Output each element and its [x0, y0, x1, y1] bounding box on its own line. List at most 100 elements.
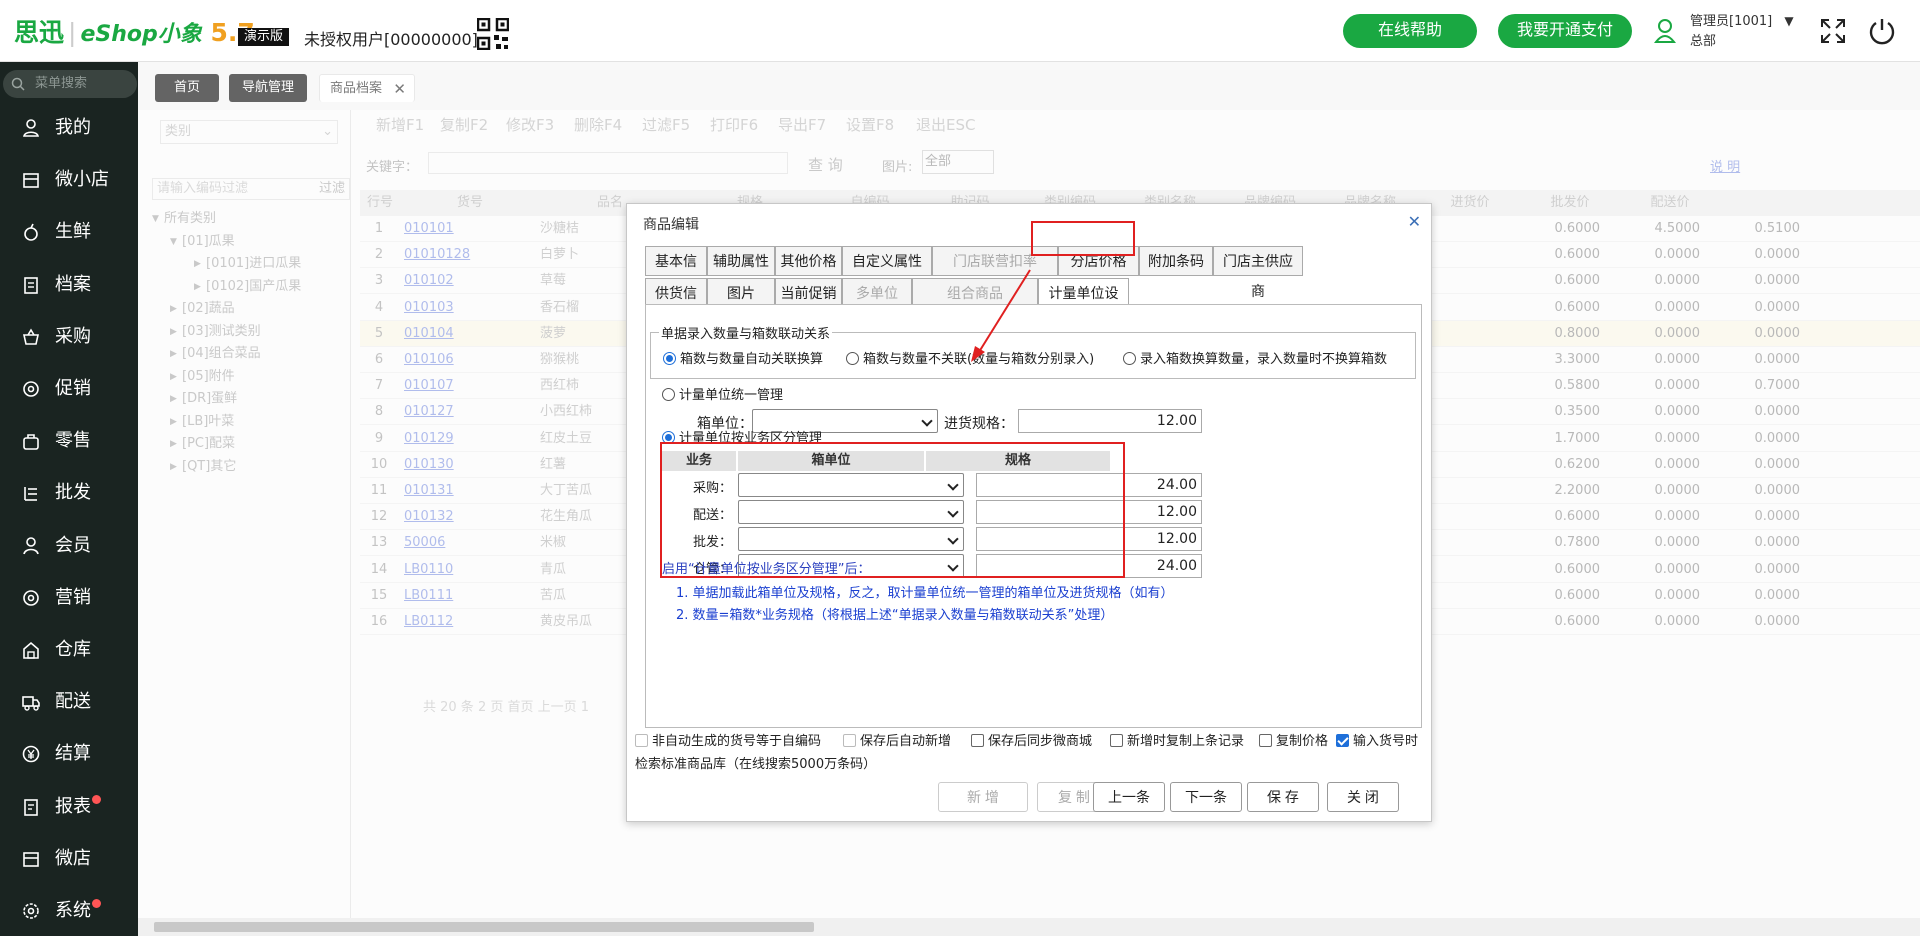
dialog-tab-2[interactable]: 其他价格 [775, 246, 842, 276]
logo-product: eShop小象 [80, 22, 202, 47]
list-icon [24, 487, 37, 502]
sidebar-item-label: 促销 [55, 378, 91, 399]
admin-name: 管理员[1001] [1690, 14, 1773, 29]
sidebar-item-14[interactable]: 微店 [0, 833, 138, 885]
sidebar-item-label: 采购 [55, 325, 91, 347]
sidebar-item-5[interactable]: 促销 [0, 363, 138, 415]
save-button[interactable]: 保 存 [1247, 782, 1319, 812]
apple-icon [24, 224, 38, 242]
option-checkbox-5[interactable]: 输入货号时 [1336, 734, 1418, 750]
power-icon[interactable] [1868, 17, 1896, 45]
prev-record-button[interactable]: 上一条 [1093, 782, 1165, 812]
next-record-button[interactable]: 下一条 [1170, 782, 1242, 812]
menu-search-input[interactable]: 菜单搜索 [3, 70, 137, 98]
checkbox-box[interactable] [635, 734, 648, 747]
sidebar-item-label: 报表 [55, 795, 91, 817]
sidebar-item-13[interactable]: 报表 [0, 781, 138, 833]
sidebar-item-15[interactable]: 系统 [0, 885, 138, 937]
option-label: 保存后自动新增 [860, 734, 952, 749]
option-checkbox-2[interactable]: 保存后同步微商城 [971, 734, 1092, 750]
scrollbar-thumb[interactable] [154, 922, 814, 932]
checkbox-box[interactable] [843, 734, 856, 747]
radio-auto-link[interactable]: 箱数与数量自动关联换算 [663, 352, 823, 368]
dialog-tab-6[interactable]: 附加条码 [1139, 246, 1213, 276]
option-checkbox-1[interactable]: 保存后自动新增 [843, 734, 951, 750]
purchase-spec-label: 进货规格： [944, 416, 1014, 432]
sidebar-item-11[interactable]: 配送 [0, 676, 138, 728]
highlight-unit-tab [1031, 221, 1135, 256]
option-checkbox-3[interactable]: 新增时复制上条记录 [1110, 734, 1244, 750]
online-help-button[interactable]: 在线帮助 [1343, 14, 1477, 48]
license-text: 未授权用户[00000000] [304, 30, 478, 49]
sidebar-item-7[interactable]: 批发 [0, 467, 138, 519]
demo-badge: 演示版 [238, 28, 290, 46]
sidebar-item-9[interactable]: 营销 [0, 572, 138, 624]
qr-code-icon[interactable] [477, 18, 509, 50]
basket-icon [23, 328, 39, 345]
option-checkbox-4[interactable]: 复制价格 [1259, 734, 1328, 750]
search-icon [11, 77, 25, 91]
sidebar-item-1[interactable]: 微小店 [0, 154, 138, 206]
option-checkbox-0[interactable]: 非自动生成的货号等于自编码 [635, 734, 821, 750]
close-button[interactable]: 关 闭 [1327, 782, 1399, 812]
product-edit-dialog: 商品编辑 ✕ 基本信息辅助属性其他价格自定义属性门店联营扣率分店价格附加条码门店… [626, 203, 1432, 822]
sidebar-item-8[interactable]: 会员 [0, 520, 138, 572]
truck-icon [22, 696, 40, 711]
sidebar-item-2[interactable]: 生鲜 [0, 206, 138, 258]
checkbox-box[interactable] [1336, 734, 1349, 747]
red-arrow-icon [971, 269, 1031, 362]
yen-icon [22, 746, 40, 763]
checkbox-box[interactable] [1259, 734, 1272, 747]
radio-unified[interactable]: 计量单位统一管理 [662, 388, 783, 404]
new-button[interactable]: 新 增 [938, 782, 1028, 812]
close-icon[interactable]: ✕ [1408, 212, 1421, 231]
settings-icon [23, 903, 39, 919]
notification-dot [92, 899, 101, 908]
search-standard-library-label: 检索标准商品库（在线搜索5000万条码） [635, 757, 877, 772]
top-bar: 思迅 | eShop小象 5.7 演示版 未授权用户[00000000] 在线帮助 … [0, 0, 1920, 62]
sidebar-item-3[interactable]: 档案 [0, 259, 138, 311]
note-line-1: 1. 单据加载此箱单位及规格，反之，取计量单位统一管理的箱单位及进货规格（如有） [676, 586, 1174, 601]
dialog-tab-7[interactable]: 门店主供应商 [1213, 246, 1303, 300]
horizontal-scrollbar[interactable] [138, 918, 1920, 936]
sidebar-item-10[interactable]: 仓库 [0, 624, 138, 676]
option-label: 保存后同步微商城 [988, 734, 1093, 749]
highlight-business-section [660, 442, 1125, 578]
dialog-tab-3[interactable]: 自定义属性 [842, 246, 932, 276]
admin-menu[interactable]: 管理员[1001] ▼ 总部 [1690, 11, 1794, 52]
sidebar-item-label: 配送 [55, 691, 91, 713]
fullscreen-icon[interactable] [1820, 18, 1846, 44]
gear-icon [23, 381, 39, 397]
sidebar-item-0[interactable]: 我的 [0, 102, 138, 154]
report-icon [24, 798, 38, 816]
sidebar-item-6[interactable]: 零售 [0, 415, 138, 467]
bag-icon [23, 434, 39, 450]
member-icon [23, 536, 39, 554]
link-relation-legend: 单据录入数量与箱数联动关系 [661, 327, 831, 342]
option-label: 输入货号时 [1353, 734, 1419, 749]
box-unit-select[interactable] [752, 409, 938, 433]
sidebar-item-label: 批发 [55, 482, 91, 504]
dialog-tab-1[interactable]: 辅助属性 [707, 246, 775, 276]
store-icon [23, 851, 39, 867]
purchase-spec-input[interactable]: 12.00 [1018, 409, 1202, 433]
checkbox-box[interactable] [1110, 734, 1123, 747]
menu-search-placeholder: 菜单搜索 [35, 76, 88, 91]
sidebar-item-label: 零售 [55, 430, 91, 452]
open-payment-button[interactable]: 我要开通支付 [1498, 14, 1632, 48]
checkbox-box[interactable] [971, 734, 984, 747]
sidebar-item-4[interactable]: 采购 [0, 311, 138, 363]
sidebar-item-label: 档案 [55, 273, 91, 295]
radio-box-to-qty[interactable]: 录入箱数换算数量，录入数量时不换算箱数 [1123, 352, 1387, 368]
admin-org: 总部 [1690, 34, 1717, 49]
option-label: 非自动生成的货号等于自编码 [652, 734, 822, 749]
sidebar-item-12[interactable]: 结算 [0, 728, 138, 780]
radio-box-to-qty-label: 录入箱数换算数量，录入数量时不换算箱数 [1140, 352, 1388, 367]
sidebar-item-label: 营销 [55, 586, 91, 608]
user-icon [23, 119, 39, 137]
option-label: 新增时复制上条记录 [1127, 734, 1245, 749]
dialog-tab-0[interactable]: 基本信息 [645, 246, 707, 300]
radio-auto-link-label: 箱数与数量自动关联换算 [680, 352, 824, 367]
sidebar-item-label: 我的 [55, 117, 91, 138]
document-icon [24, 276, 38, 294]
